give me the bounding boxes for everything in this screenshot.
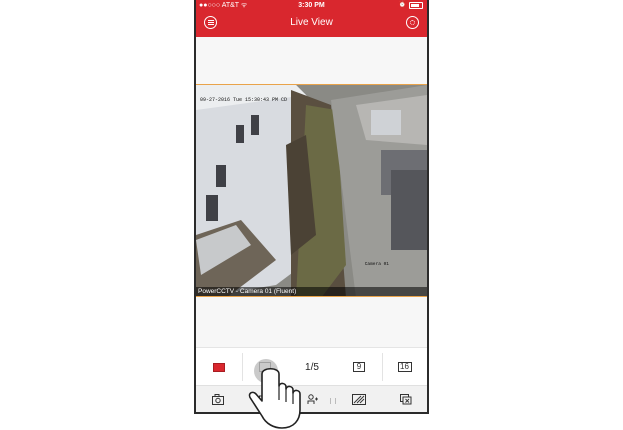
camera-image — [196, 85, 427, 296]
status-bar: ●●○○○ AT&T ᯤ 3:30 PM ⏰ — [196, 0, 427, 11]
status-indicators: ⏰ — [399, 0, 423, 11]
single-view-button[interactable] — [196, 348, 242, 386]
page-title: Live View — [290, 17, 333, 28]
divider — [330, 398, 336, 404]
single-view-icon — [213, 362, 225, 372]
sixteen-view-button[interactable]: 16 — [382, 348, 427, 386]
nine-grid-icon: 9 — [353, 362, 365, 372]
sixteen-grid-icon: 16 — [397, 362, 412, 372]
battery-icon — [409, 2, 423, 9]
status-time: 3:30 PM — [298, 2, 325, 9]
gear-icon[interactable] — [406, 16, 419, 29]
nine-view-button[interactable]: 9 — [336, 348, 382, 386]
page-indicator-label: 1/5 — [305, 361, 319, 373]
empty-channel-area-lower — [196, 297, 427, 347]
camera-name-overlay: Camera 01 — [364, 262, 389, 267]
nav-bar: Live View — [196, 11, 427, 37]
layout-bar: 1/5 9 16 — [196, 347, 427, 386]
empty-channel-area — [196, 37, 427, 84]
close-channel-icon[interactable] — [400, 394, 412, 405]
alarm-icon: ⏰ — [398, 2, 406, 8]
bottom-toolbar — [196, 385, 427, 412]
video-timestamp-overlay: 09-27-2016 Tue 15:30:43 PM CD — [200, 97, 288, 103]
ptz-icon[interactable] — [307, 394, 319, 405]
camera-icon[interactable] — [212, 394, 224, 405]
video-caption: PowerCCTV - Camera 01 (Fluent) — [196, 287, 427, 296]
tap-gesture-hand-icon — [248, 359, 301, 429]
phone-screen: ●●○○○ AT&T ᯤ 3:30 PM ⏰ Live View 09-27-2… — [194, 0, 429, 414]
live-video-feed[interactable]: 09-27-2016 Tue 15:30:43 PM CD Camera 01 … — [196, 84, 427, 297]
fisheye-icon[interactable] — [352, 394, 366, 405]
